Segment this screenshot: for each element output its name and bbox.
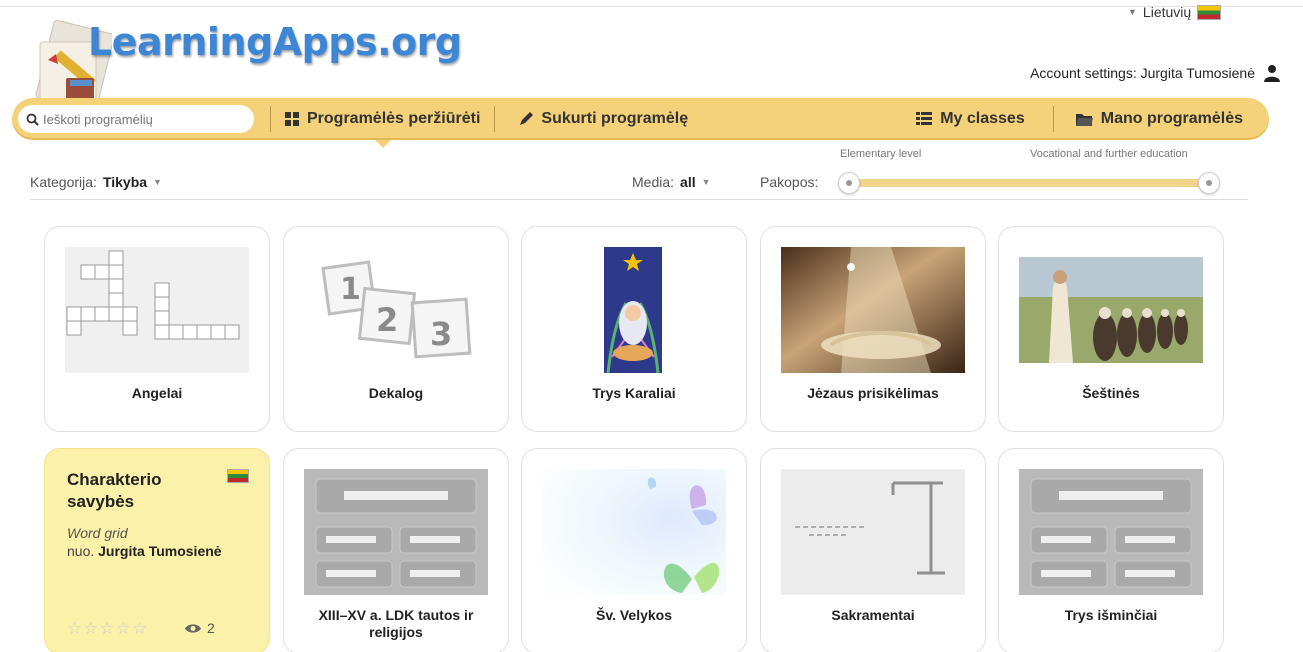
folder-icon (1075, 113, 1093, 126)
chevron-down-icon: ▼ (153, 177, 162, 187)
app-card[interactable]: Trys išminčiai (998, 448, 1224, 652)
level-max-label: Vocational and further education (1030, 148, 1188, 160)
app-type: Word grid (67, 525, 128, 541)
chevron-down-icon: ▼ (701, 177, 711, 187)
app-card[interactable]: XIII–XV a. LDK tautos ir religijos (283, 448, 509, 652)
app-card-highlighted[interactable]: Charakterio savybės Word grid nuo. Jurgi… (44, 448, 270, 652)
nav-my-classes[interactable]: My classes (902, 98, 1053, 140)
category-filter[interactable]: Kategorija: Tikyba ▼ (30, 174, 162, 190)
user-icon (1264, 65, 1280, 82)
app-title: Jėzaus prisikėlimas (807, 385, 939, 401)
app-card[interactable]: Trys Karaliai (521, 226, 747, 432)
levels-label: Pakopos: (760, 174, 819, 190)
svg-text:1: 1 (340, 272, 361, 307)
main-navbar: Programėlės peržiūrėti Sukurti programėl… (12, 98, 1269, 148)
view-count: 2 (185, 620, 215, 636)
app-title: Sakramentai (831, 607, 915, 623)
slider-track (850, 179, 1208, 187)
view-count-value: 2 (207, 620, 215, 636)
nav-my-apps-label: Mano programėlės (1100, 110, 1243, 127)
painting-thumbnail (1019, 247, 1203, 373)
app-card[interactable]: 1 2 3 Dekalog (283, 226, 509, 432)
level-min-label: Elementary level (840, 148, 922, 160)
nav-create-label: Sukurti programėlę (541, 110, 689, 127)
logo-text[interactable]: LearningApps.org (88, 20, 462, 64)
nav-browse-label: Programėlės peržiūrėti (307, 110, 481, 127)
nav-create-app[interactable]: Sukurti programėlę (495, 98, 702, 140)
slider-min-handle[interactable] (838, 172, 860, 194)
app-title: Dekalog (368, 385, 424, 401)
account-label: Account settings: Jurgita Tumosienė (1030, 65, 1255, 81)
layout-thumbnail (304, 469, 488, 595)
author-prefix: nuo. (67, 543, 95, 559)
search-icon (26, 113, 39, 126)
filter-bar: Kategorija: Tikyba ▼ Media: all ▼ Pakopo… (30, 148, 1248, 200)
svg-text:2: 2 (376, 301, 398, 339)
list-icon (916, 112, 933, 125)
account-settings-link[interactable]: Account settings: Jurgita Tumosienė (1030, 64, 1281, 82)
app-card[interactable]: Jėzaus prisikėlimas (760, 226, 986, 432)
app-title: Šv. Velykos (595, 607, 672, 623)
chevron-down-icon: ▼ (1128, 7, 1137, 17)
app-title: XIII–XV a. LDK tautos ir religijos (318, 607, 474, 640)
app-title: Trys Karaliai (592, 385, 676, 401)
pencil-icon (520, 112, 534, 125)
author-name[interactable]: Jurgita Tumosienė (98, 543, 221, 559)
slider-max-handle[interactable] (1198, 172, 1220, 194)
top-divider (0, 6, 1303, 7)
nav-browse-apps[interactable]: Programėlės peržiūrėti (271, 98, 494, 148)
search-input[interactable] (43, 111, 243, 127)
app-card[interactable]: Sakramentai (760, 448, 986, 652)
app-author: nuo. Jurgita Tumosienė (67, 543, 222, 559)
media-value: all (680, 174, 696, 190)
category-label: Kategorija: (30, 174, 97, 190)
app-card[interactable]: Šeštinės (998, 226, 1224, 432)
app-card[interactable]: Šv. Velykos (521, 448, 747, 652)
page: LearningApps.org ▼ Lietuvių Account sett… (0, 0, 1303, 652)
media-label: Media: (632, 174, 675, 190)
app-title: Charakterio savybės (67, 470, 162, 511)
lithuanian-flag-icon (227, 469, 249, 483)
app-card[interactable]: Angelai (44, 226, 270, 432)
svg-text:3: 3 (430, 315, 452, 353)
rating-stars[interactable]: ☆☆☆☆☆ (67, 619, 148, 639)
nativity-thumbnail (542, 247, 726, 373)
app-title: Trys išminčiai (1064, 607, 1158, 623)
media-filter[interactable]: Media: all ▼ (632, 174, 711, 190)
hangman-thumbnail (781, 469, 965, 595)
tomb-thumbnail (781, 247, 965, 373)
language-label: Lietuvių (1142, 4, 1192, 20)
language-selector[interactable]: ▼ Lietuvių (1128, 4, 1222, 20)
nav-classes-label: My classes (940, 110, 1025, 127)
crossword-thumbnail (65, 247, 249, 373)
lithuanian-flag-icon (1197, 4, 1222, 20)
active-tab-pointer (374, 140, 391, 148)
butterflies-thumbnail (542, 469, 726, 595)
category-value: Tikyba (102, 174, 148, 190)
search-box (18, 105, 254, 133)
nav-my-apps[interactable]: Mano programėlės (1054, 98, 1269, 140)
app-title: Šeštinės (1082, 385, 1140, 401)
app-title: Angelai (131, 385, 183, 401)
numbers-thumbnail: 1 2 3 (304, 247, 488, 373)
layout-thumbnail (1019, 469, 1203, 595)
level-range-slider[interactable] (838, 172, 1220, 194)
eye-icon (185, 623, 201, 633)
grid-icon (285, 112, 299, 126)
